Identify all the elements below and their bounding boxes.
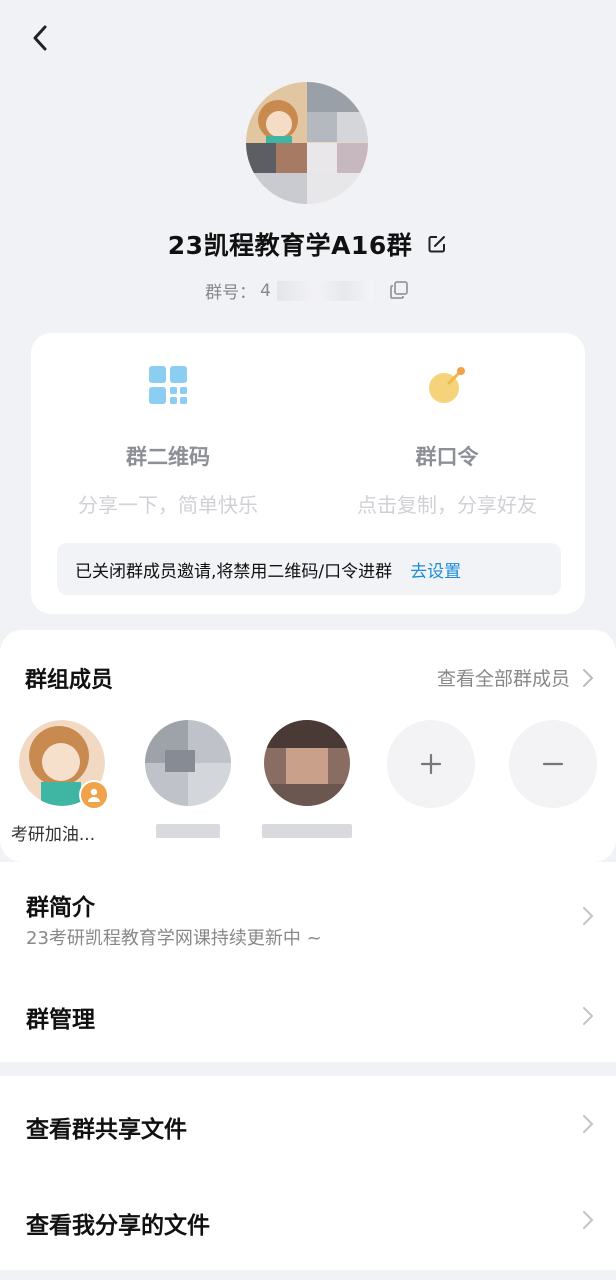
shared-files-row[interactable]: 查看群共享文件 xyxy=(0,1076,616,1176)
view-all-members-label: 查看全部群成员 xyxy=(436,668,570,690)
group-code-label: 群口令 xyxy=(415,445,479,469)
invite-disabled-notice: 已关闭群成员邀请,将禁用二维码/口令进群 去设置 xyxy=(57,543,561,595)
group-intro-row[interactable]: 群简介 23考研凯程教育学网课持续更新中 ~ xyxy=(0,862,616,962)
owner-badge xyxy=(79,780,109,810)
group-code-subtitle: 点击复制，分享好友 xyxy=(357,493,537,517)
my-files-title: 查看我分享的文件 xyxy=(26,1213,210,1239)
group-manage-title: 群管理 xyxy=(26,1007,95,1033)
group-intro-title: 群简介 xyxy=(26,895,95,921)
qr-code-subtitle: 分享一下，简单快乐 xyxy=(78,493,258,517)
user-icon xyxy=(88,788,100,802)
minus-icon xyxy=(542,762,564,766)
add-member-button[interactable] xyxy=(387,720,475,808)
avatar xyxy=(145,720,231,806)
chevron-right-icon xyxy=(583,1115,594,1133)
notice-text: 已关闭群成员邀请,将禁用二维码/口令进群 xyxy=(75,561,393,582)
members-title: 群组成员 xyxy=(25,668,114,693)
qr-code-icon xyxy=(149,366,187,404)
group-id-value: 4 xyxy=(260,280,271,301)
back-button[interactable] xyxy=(22,20,58,56)
group-id-row: 群号： 4 xyxy=(0,278,616,303)
group-name-row: 23凯程教育学A16群 xyxy=(0,226,616,262)
member-item[interactable]: 考研加油... xyxy=(11,720,112,845)
shared-files-title: 查看群共享文件 xyxy=(26,1117,187,1143)
view-all-members-link[interactable]: 查看全部群成员 xyxy=(437,664,594,691)
member-name: 考研加油... xyxy=(10,825,96,845)
edit-icon[interactable] xyxy=(426,233,448,255)
qr-code-option[interactable]: 群二维码 分享一下，简单快乐 xyxy=(48,363,288,518)
remove-member-button[interactable] xyxy=(509,720,597,808)
qr-code-label: 群二维码 xyxy=(126,445,210,469)
members-card: 群组成员 查看全部群成员 考研加油... xyxy=(0,630,616,862)
group-id-label: 群号： xyxy=(205,283,257,303)
chevron-left-icon xyxy=(33,25,47,51)
group-intro-desc: 23考研凯程教育学网课持续更新中 ~ xyxy=(26,928,322,949)
member-name xyxy=(156,824,220,838)
group-code-option[interactable]: 群口令 点击复制，分享好友 xyxy=(327,363,567,518)
member-item[interactable] xyxy=(138,720,238,842)
my-files-row[interactable]: 查看我分享的文件 xyxy=(0,1176,616,1270)
copy-icon[interactable] xyxy=(389,280,411,302)
chevron-right-icon xyxy=(583,1211,594,1229)
group-avatar[interactable] xyxy=(246,82,368,204)
go-settings-link[interactable]: 去设置 xyxy=(410,557,461,582)
group-manage-row[interactable]: 群管理 xyxy=(0,962,616,1062)
chevron-right-icon xyxy=(583,907,594,925)
chevron-right-icon xyxy=(583,668,594,687)
group-name: 23凯程教育学A16群 xyxy=(167,231,413,260)
chevron-right-icon xyxy=(583,1007,594,1025)
avatar xyxy=(19,720,109,810)
group-id-blurred xyxy=(276,280,373,301)
group-code-icon xyxy=(429,367,465,403)
group-avatar-image xyxy=(246,82,368,204)
share-card: 群二维码 分享一下，简单快乐 群口令 点击复制，分享好友 已关闭群成员邀请,将禁… xyxy=(31,333,585,614)
member-name xyxy=(262,824,352,838)
plus-icon xyxy=(420,753,442,775)
member-item[interactable] xyxy=(257,720,357,842)
avatar xyxy=(264,720,350,806)
